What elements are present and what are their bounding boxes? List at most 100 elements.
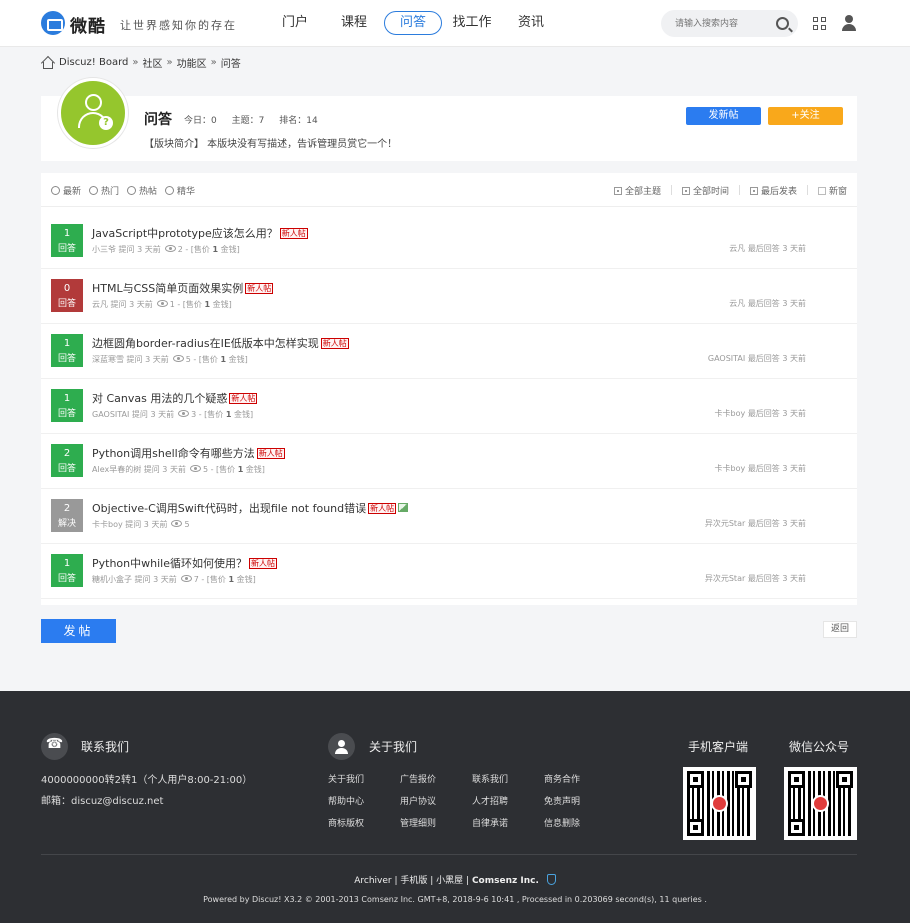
last-reply-user[interactable]: 卡卡boy (715, 409, 746, 418)
company-link[interactable]: Comsenz Inc. (472, 876, 539, 886)
home-icon[interactable] (41, 56, 54, 69)
breadcrumb-board[interactable]: Discuz! Board (59, 57, 128, 68)
filter-all-time[interactable]: 全部时间 (681, 184, 729, 197)
breadcrumb-separator: » (166, 56, 173, 68)
last-reply-user[interactable]: 异次元Star (705, 574, 745, 583)
forum-title: 问答 (144, 112, 172, 128)
thread-author[interactable]: 小三爷 (92, 245, 116, 254)
about-link[interactable]: 联系我们 (472, 772, 508, 785)
eye-icon (180, 575, 192, 582)
breadcrumb-qa[interactable]: 问答 (221, 55, 241, 70)
about-link[interactable]: 免责声明 (544, 794, 580, 807)
filter-options: 全部主题 全部时间 最后发表 新窗 (604, 184, 847, 197)
thread-title[interactable]: Objective-C调用Swift代码时，出现file not found错误… (92, 500, 409, 516)
about-title: 关于我们 (369, 740, 418, 754)
logo-name[interactable]: 微酷 (70, 12, 106, 37)
about-link[interactable]: 帮助中心 (328, 794, 364, 807)
new-window-checkbox[interactable]: 新窗 (817, 184, 847, 197)
thread-title[interactable]: 对 Canvas 用法的几个疑惑 新人帖 (92, 390, 258, 406)
about-link[interactable]: 商标版权 (328, 816, 364, 829)
answer-count-badge: 1 回答 (51, 334, 83, 367)
powered-by: Powered by Discuz! X3.2 © 2001-2013 Coms… (203, 895, 707, 904)
answer-count-badge: 1 回答 (51, 389, 83, 422)
about-link[interactable]: 关于我们 (328, 772, 364, 785)
post-button[interactable]: 发帖 (41, 619, 116, 643)
forum-avatar-icon: ? (58, 78, 128, 148)
filter-all-topics[interactable]: 全部主题 (613, 184, 661, 197)
last-reply-user[interactable]: 云凡 (729, 299, 745, 308)
forum-intro: 【版块简介】 本版块没有写描述，告诉管理员赏它一个！ (144, 139, 398, 150)
thread-title[interactable]: 边框圆角border-radius在IE低版本中怎样实现 新人帖 (92, 335, 349, 351)
thread-title[interactable]: Python中while循环如何使用？ 新人帖 (92, 555, 277, 571)
eye-icon (189, 465, 201, 472)
thread-author[interactable]: GAOSITAI (92, 410, 129, 419)
new-user-tag: 新人帖 (229, 393, 258, 404)
search-input[interactable] (675, 16, 770, 31)
nav-item[interactable]: 找工作 (443, 11, 501, 35)
new-post-button[interactable]: 发新帖 (686, 107, 761, 125)
thread-author[interactable]: 卡卡boy (92, 520, 123, 529)
grid-icon[interactable] (813, 17, 827, 31)
follow-button[interactable]: +关注 (768, 107, 843, 125)
breadcrumb-community[interactable]: 社区 (142, 55, 162, 70)
nav-item[interactable]: 课程 (325, 11, 383, 35)
nav-item[interactable]: 资讯 (502, 11, 560, 35)
about-link[interactable]: 信息删除 (544, 816, 580, 829)
thread-row: 1 回答 边框圆角border-radius在IE低版本中怎样实现 新人帖深蓝寒雪 提… (41, 324, 857, 379)
shield-icon[interactable] (546, 874, 556, 885)
last-reply-user[interactable]: GAOSITAI (708, 354, 745, 363)
last-reply: 云凡 最后回答 3 天前 (729, 244, 806, 253)
thread-author[interactable]: 云凡 (92, 300, 108, 309)
back-button[interactable]: 返回 (823, 621, 857, 638)
nav-item[interactable]: 门户 (266, 11, 324, 35)
contact-email: 邮箱：discuz@discuz.net (41, 796, 164, 807)
blackroom-link[interactable]: 小黑屋 (436, 876, 463, 886)
thread-meta: Alex早春的树 提问 3 天前 5 - [售价 1 金钱] (92, 465, 265, 474)
footer-divider (41, 854, 857, 855)
thread-title[interactable]: HTML与CSS简单页面效果实例 新人帖 (92, 280, 274, 296)
filter-tab[interactable]: 热帖 (127, 184, 157, 197)
thread-author[interactable]: Alex早春的树 (92, 465, 141, 474)
answer-count-badge: 2 解决 (51, 499, 83, 532)
search-icon[interactable] (776, 17, 789, 30)
thread-title[interactable]: Python调用shell命令有哪些方法 新人帖 (92, 445, 285, 461)
logo-icon[interactable] (41, 11, 65, 35)
archiver-link[interactable]: Archiver (354, 876, 391, 886)
new-user-tag: 新人帖 (245, 283, 274, 294)
new-user-tag: 新人帖 (368, 503, 397, 514)
filter-last-post[interactable]: 最后发表 (749, 184, 797, 197)
about-link[interactable]: 用户协议 (400, 794, 436, 807)
wechat-title: 微信公众号 (789, 740, 850, 754)
about-link[interactable]: 自律承诺 (472, 816, 508, 829)
breadcrumb-function-area[interactable]: 功能区 (177, 55, 207, 70)
filter-tab[interactable]: 热门 (89, 184, 119, 197)
thread-author[interactable]: 深蓝寒雪 (92, 355, 124, 364)
thread-meta: 云凡 提问 3 天前 1 - [售价 1 金钱] (92, 300, 232, 309)
image-attachment-icon (398, 503, 409, 512)
user-icon[interactable] (842, 15, 856, 31)
thread-meta: GAOSITAI 提问 3 天前 3 - [售价 1 金钱] (92, 410, 254, 419)
last-reply-user[interactable]: 卡卡boy (715, 464, 746, 473)
last-reply: GAOSITAI 最后回答 3 天前 (707, 354, 806, 363)
thread-meta: 卡卡boy 提问 3 天前 5 (92, 520, 190, 529)
about-link[interactable]: 广告报价 (400, 772, 436, 785)
about-link[interactable]: 商务合作 (544, 772, 580, 785)
footer-links: Archiver | 手机版 | 小黑屋 | Comsenz Inc. (0, 873, 910, 886)
breadcrumb-separator: » (132, 56, 139, 68)
about-link[interactable]: 管理细则 (400, 816, 436, 829)
thread-author[interactable]: 糖机小盒子 (92, 575, 132, 584)
about-link[interactable]: 人才招聘 (472, 794, 508, 807)
filter-tab[interactable]: 最新 (51, 184, 81, 197)
filter-tabs: 最新 热门 热帖 精华 (51, 184, 203, 197)
nav-item[interactable]: 问答 (384, 11, 442, 35)
eye-icon (156, 300, 168, 307)
mobile-link[interactable]: 手机版 (400, 876, 427, 886)
thread-meta: 深蓝寒雪 提问 3 天前 5 - [售价 1 金钱] (92, 355, 248, 364)
filter-tab[interactable]: 精华 (165, 184, 195, 197)
thread-list: 最新 热门 热帖 精华 全部主题 全部时间 最后发表 新窗 1 回答 JavaScript… (41, 173, 857, 605)
last-reply: 云凡 最后回答 3 天前 (729, 299, 806, 308)
thread-title[interactable]: JavaScript中prototype应该怎么用？ 新人帖 (92, 225, 308, 241)
last-reply-user[interactable]: 异次元Star (705, 519, 745, 528)
last-reply-user[interactable]: 云凡 (729, 244, 745, 253)
answer-count-badge: 1 回答 (51, 554, 83, 587)
